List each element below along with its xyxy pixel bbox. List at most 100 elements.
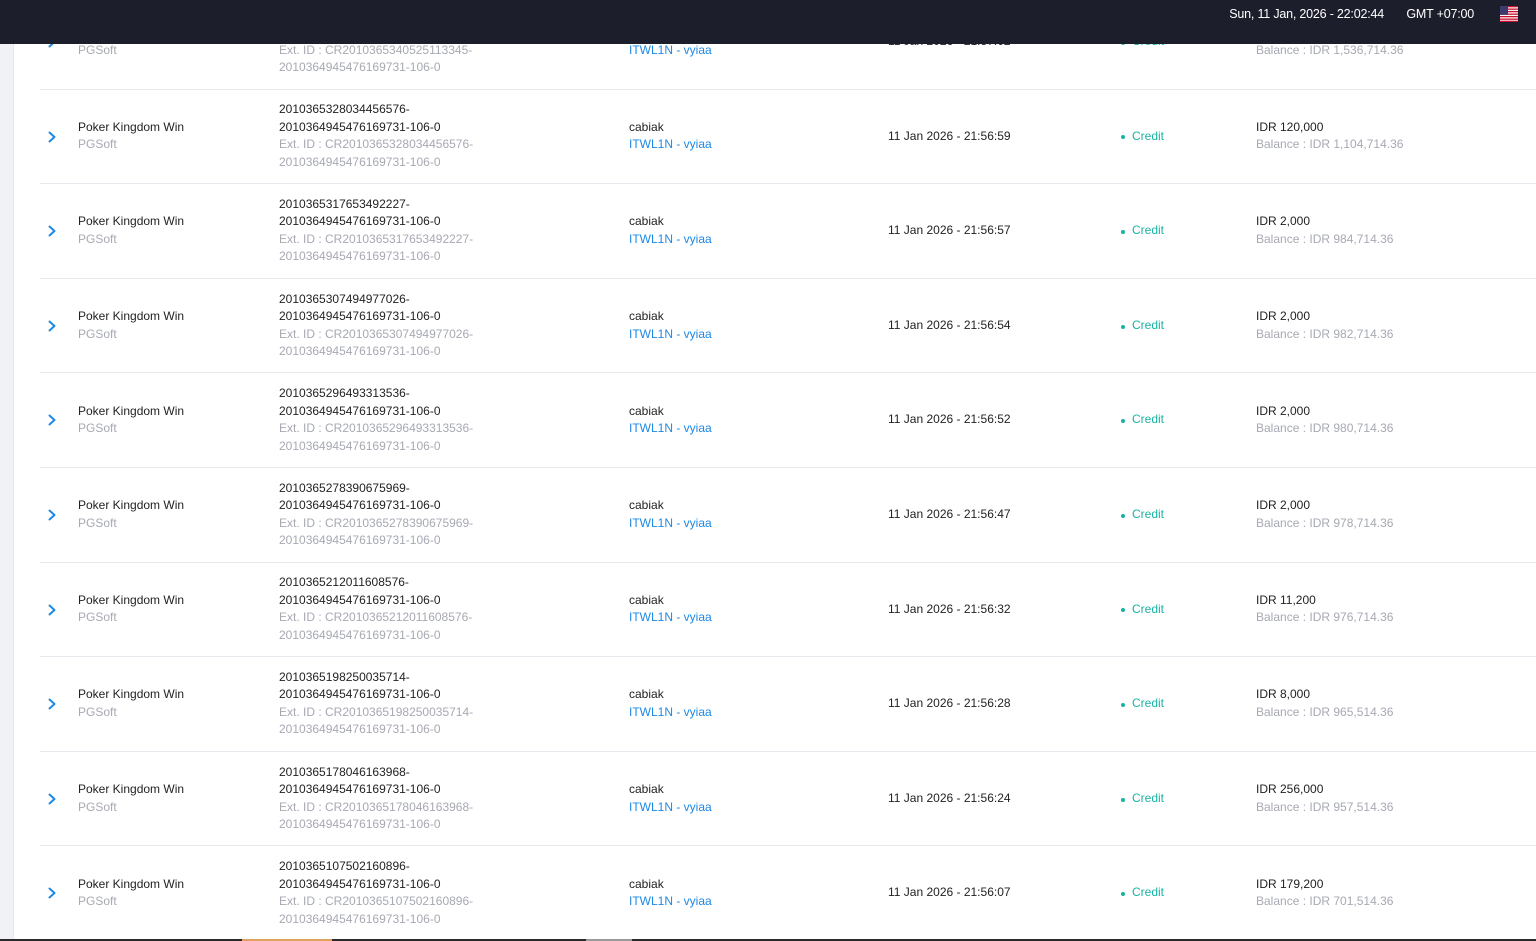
transaction-id-line-2: 2010364945476169731-106-0 [279,876,441,891]
amount-cell: IDR 120,000 Balance : IDR 1,104,714.36 [1256,90,1516,184]
chevron-right-icon[interactable] [46,224,58,238]
chevron-right-icon[interactable] [46,697,58,711]
amount-cell: IDR 179,200 Balance : IDR 701,514.36 [1256,846,1516,940]
game-name: Poker Kingdom Win [78,876,185,891]
external-id-line-2: 2010364945476169731-106-0 [279,627,441,642]
player-account-link[interactable]: ITWL1N - vyiaa [629,44,849,59]
external-id-line-2: 2010364945476169731-106-0 [279,817,441,832]
status-badge: Credit [1121,128,1221,146]
chevron-right-icon[interactable] [46,792,58,806]
game-name: Poker Kingdom Win [78,214,185,229]
status-label: Credit [1132,601,1165,616]
player-account-link[interactable]: ITWL1N - vyiaa [629,609,849,627]
date-cell: 11 Jan 2026 - 21:56:32 [888,563,1088,657]
table-row[interactable]: Poker Kingdom Win PGSoft 201036510750216… [40,846,1536,941]
balance-after: Balance : IDR 984,714.36 [1256,231,1394,246]
table-row[interactable]: Poker Kingdom Win PGSoft 201036521201160… [40,563,1536,658]
player-cell: cabiak ITWL1N - vyiaa [629,657,849,751]
status-dot-icon [1121,419,1125,424]
timezone-label: GMT +07:00 [1406,7,1474,21]
chevron-right-icon[interactable] [46,508,58,522]
player-account-link[interactable]: ITWL1N - vyiaa [629,420,849,438]
transactions-list: Poker Kingdom Win PGSoft 201036534052511… [40,44,1536,941]
game-provider: PGSoft [78,44,117,57]
player-account-link[interactable]: ITWL1N - vyiaa [629,515,849,533]
game-cell: Poker Kingdom Win PGSoft [78,846,278,940]
external-id-line-1: Ext. ID : CR2010365328034456576- [279,137,474,152]
player-cell: cabiak ITWL1N - vyiaa [629,90,849,184]
date-cell: 11 Jan 2026 - 21:56:57 [888,184,1088,278]
transaction-amount: IDR 256,000 [1256,782,1324,797]
player-cell: cabiak ITWL1N - vyiaa [629,44,849,89]
game-cell: Poker Kingdom Win PGSoft [78,44,278,89]
game-provider: PGSoft [78,704,117,719]
chevron-right-icon[interactable] [46,319,58,333]
game-cell: Poker Kingdom Win PGSoft [78,468,278,562]
table-row[interactable]: Poker Kingdom Win PGSoft 201036530749497… [40,279,1536,374]
date-cell: 11 Jan 2026 - 21:57:02 [888,44,1088,89]
player-account-link[interactable]: ITWL1N - vyiaa [629,326,849,344]
status-cell: Credit [1121,468,1221,562]
us-flag-icon[interactable] [1500,6,1518,22]
external-id-line-1: Ext. ID : CR2010365296493313536- [279,421,474,436]
transaction-id-cell: 2010365212011608576- 2010364945476169731… [279,563,619,657]
chevron-right-icon[interactable] [46,886,58,900]
player-account-link[interactable]: ITWL1N - vyiaa [629,231,849,249]
player-name: cabiak [629,782,664,797]
external-id-line-1: Ext. ID : CR2010365278390675969- [279,515,474,530]
transaction-id-line-1: 2010365198250035714- [279,669,410,684]
status-badge: Credit [1121,695,1221,713]
game-name: Poker Kingdom Win [78,498,185,513]
status-dot-icon [1121,135,1125,140]
player-account-link[interactable]: ITWL1N - vyiaa [629,136,849,154]
amount-cell: IDR 2,000 Balance : IDR 982,714.36 [1256,279,1516,373]
game-cell: Poker Kingdom Win PGSoft [78,279,278,373]
external-id-line-1: Ext. ID : CR2010365212011608576- [279,610,473,625]
balance-after: Balance : IDR 980,714.36 [1256,421,1394,436]
transaction-date: 11 Jan 2026 - 21:56:52 [888,412,1011,427]
transaction-date: 11 Jan 2026 - 21:56:54 [888,317,1011,332]
transaction-id-cell: 2010365198250035714- 2010364945476169731… [279,657,619,751]
table-row[interactable]: Poker Kingdom Win PGSoft 201036532803445… [40,90,1536,185]
table-row[interactable]: Poker Kingdom Win PGSoft 201036534052511… [40,44,1536,90]
status-dot-icon [1121,44,1125,45]
game-provider: PGSoft [78,421,117,436]
status-cell: Credit [1121,846,1221,940]
external-id-line-2: 2010364945476169731-106-0 [279,911,441,926]
chevron-right-icon[interactable] [46,603,58,617]
date-cell: 11 Jan 2026 - 21:56:59 [888,90,1088,184]
external-id-line-2: 2010364945476169731-106-0 [279,154,441,169]
amount-cell: IDR 8,000 Balance : IDR 965,514.36 [1256,657,1516,751]
player-account-link[interactable]: ITWL1N - vyiaa [629,799,849,817]
table-row[interactable]: Poker Kingdom Win PGSoft 201036529649331… [40,373,1536,468]
balance-after: Balance : IDR 1,536,714.36 [1256,44,1404,57]
transaction-id-line-1: 2010365212011608576- [279,575,409,590]
transaction-id-cell: 2010365178046163968- 2010364945476169731… [279,752,619,846]
table-row[interactable]: Poker Kingdom Win PGSoft 201036517804616… [40,752,1536,847]
external-id-line-2: 2010364945476169731-106-0 [279,722,441,737]
table-row[interactable]: Poker Kingdom Win PGSoft 201036531765349… [40,184,1536,279]
status-label: Credit [1132,128,1165,143]
player-name: cabiak [629,403,664,418]
status-badge: Credit [1121,44,1221,51]
chevron-right-icon[interactable] [46,44,58,49]
player-account-link[interactable]: ITWL1N - vyiaa [629,893,849,911]
chevron-right-icon[interactable] [46,130,58,144]
amount-cell: IDR 2,000 Balance : IDR 984,714.36 [1256,184,1516,278]
game-cell: Poker Kingdom Win PGSoft [78,563,278,657]
table-row[interactable]: Poker Kingdom Win PGSoft 201036527839067… [40,468,1536,563]
sidebar-edge [0,44,14,941]
player-cell: cabiak ITWL1N - vyiaa [629,468,849,562]
transaction-date: 11 Jan 2026 - 21:56:24 [888,790,1011,805]
game-provider: PGSoft [78,894,117,909]
player-name: cabiak [629,309,664,324]
chevron-right-icon[interactable] [46,413,58,427]
game-name: Poker Kingdom Win [78,403,185,418]
table-row[interactable]: Poker Kingdom Win PGSoft 201036519825003… [40,657,1536,752]
transaction-id-line-2: 2010364945476169731-106-0 [279,592,441,607]
player-account-link[interactable]: ITWL1N - vyiaa [629,704,849,722]
status-label: Credit [1132,885,1165,900]
top-bar: Sun, 11 Jan, 2026 - 22:02:44 GMT +07:00 [0,0,1536,44]
external-id-line-2: 2010364945476169731-106-0 [279,60,441,75]
external-id-line-2: 2010364945476169731-106-0 [279,249,441,264]
